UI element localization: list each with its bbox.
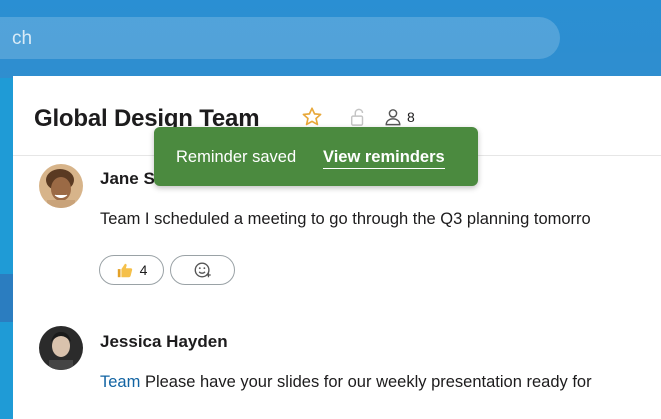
member-count: 8 — [407, 109, 415, 125]
message-author[interactable]: Jessica Hayden — [100, 332, 228, 352]
unlock-icon[interactable] — [349, 107, 367, 127]
add-reaction-button[interactable] — [170, 255, 235, 285]
mention-link[interactable]: Team — [100, 373, 140, 391]
message-text: Team I scheduled a meeting to go through… — [100, 210, 591, 228]
sidebar-edge — [0, 274, 13, 322]
avatar[interactable] — [39, 164, 83, 208]
reminder-toast: Reminder saved View reminders — [154, 127, 478, 186]
avatar[interactable] — [39, 326, 83, 370]
reaction-thumbs-up[interactable]: 4 — [99, 255, 164, 285]
message-author[interactable]: Jane S — [100, 169, 155, 189]
message-body: Please have your slides for our weekly p… — [140, 373, 592, 391]
reaction-count: 4 — [139, 262, 148, 278]
members-button[interactable]: 8 — [384, 108, 415, 126]
star-icon[interactable] — [301, 106, 323, 128]
search-text: ch — [12, 28, 33, 49]
person-icon — [385, 109, 401, 126]
thumbs-up-icon — [117, 263, 132, 278]
add-emoji-icon — [194, 262, 211, 278]
view-reminders-link[interactable]: View reminders — [323, 148, 445, 169]
search-input[interactable]: ch — [0, 17, 560, 59]
toast-message: Reminder saved — [176, 148, 297, 166]
message-text: Team Please have your slides for our wee… — [100, 373, 592, 392]
top-bar: ch — [0, 0, 661, 78]
